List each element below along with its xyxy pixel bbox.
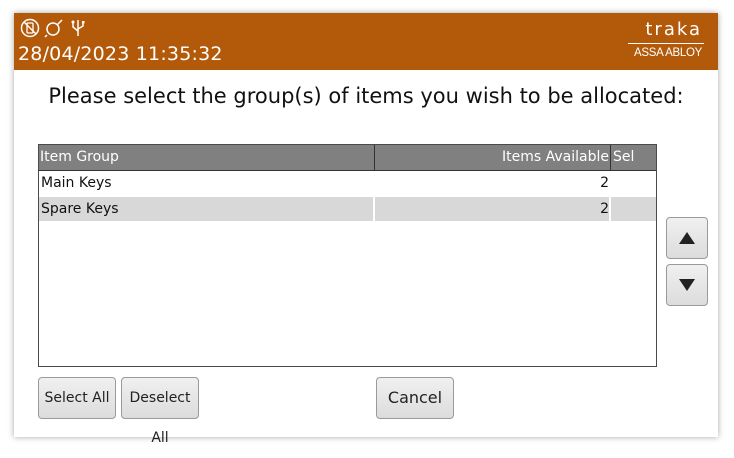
cell-sel[interactable] xyxy=(613,171,653,195)
table-header: Item Group Items Available Sel xyxy=(39,145,656,171)
arrow-down-icon xyxy=(679,279,695,291)
status-icons xyxy=(20,18,88,40)
column-header-sel[interactable]: Sel xyxy=(611,145,657,170)
page-title: Please select the group(s) of items you … xyxy=(48,84,684,108)
logo-line xyxy=(628,43,704,44)
column-header-items-available[interactable]: Items Available xyxy=(375,145,609,170)
table-row[interactable]: Spare Keys 2 xyxy=(39,197,656,221)
cell-item-group: Main Keys xyxy=(41,175,112,191)
scroll-up-button[interactable] xyxy=(666,217,708,259)
select-all-button[interactable]: Select All xyxy=(38,377,116,419)
cancel-button[interactable]: Cancel xyxy=(376,377,454,419)
traka-logo: traka ASSA ABLOY xyxy=(624,19,704,63)
row-divider xyxy=(609,197,611,221)
arrow-up-icon xyxy=(679,232,695,244)
cell-items-available: 2 xyxy=(600,175,609,191)
deselect-all-button[interactable]: Deselect All xyxy=(121,377,199,446)
item-group-table: Item Group Items Available Sel Main Keys… xyxy=(38,144,657,367)
cell-sel[interactable] xyxy=(613,197,653,221)
usb-icon xyxy=(68,18,88,38)
table-row[interactable]: Main Keys 2 xyxy=(39,171,656,195)
plug-icon xyxy=(44,18,64,38)
column-header-item-group[interactable]: Item Group xyxy=(40,145,374,170)
header-bar: 28/04/2023 11:35:32 traka ASSA ABLOY xyxy=(14,13,718,70)
cell-items-available: 2 xyxy=(600,201,609,217)
cell-item-group: Spare Keys xyxy=(41,201,119,217)
scroll-down-button[interactable] xyxy=(666,264,708,306)
no-phone-icon xyxy=(20,18,40,38)
logo-word: traka xyxy=(645,19,702,40)
datetime: 28/04/2023 11:35:32 xyxy=(18,43,223,65)
app-window: 28/04/2023 11:35:32 traka ASSA ABLOY Ple… xyxy=(14,13,718,446)
logo-sub: ASSA ABLOY xyxy=(634,47,702,59)
